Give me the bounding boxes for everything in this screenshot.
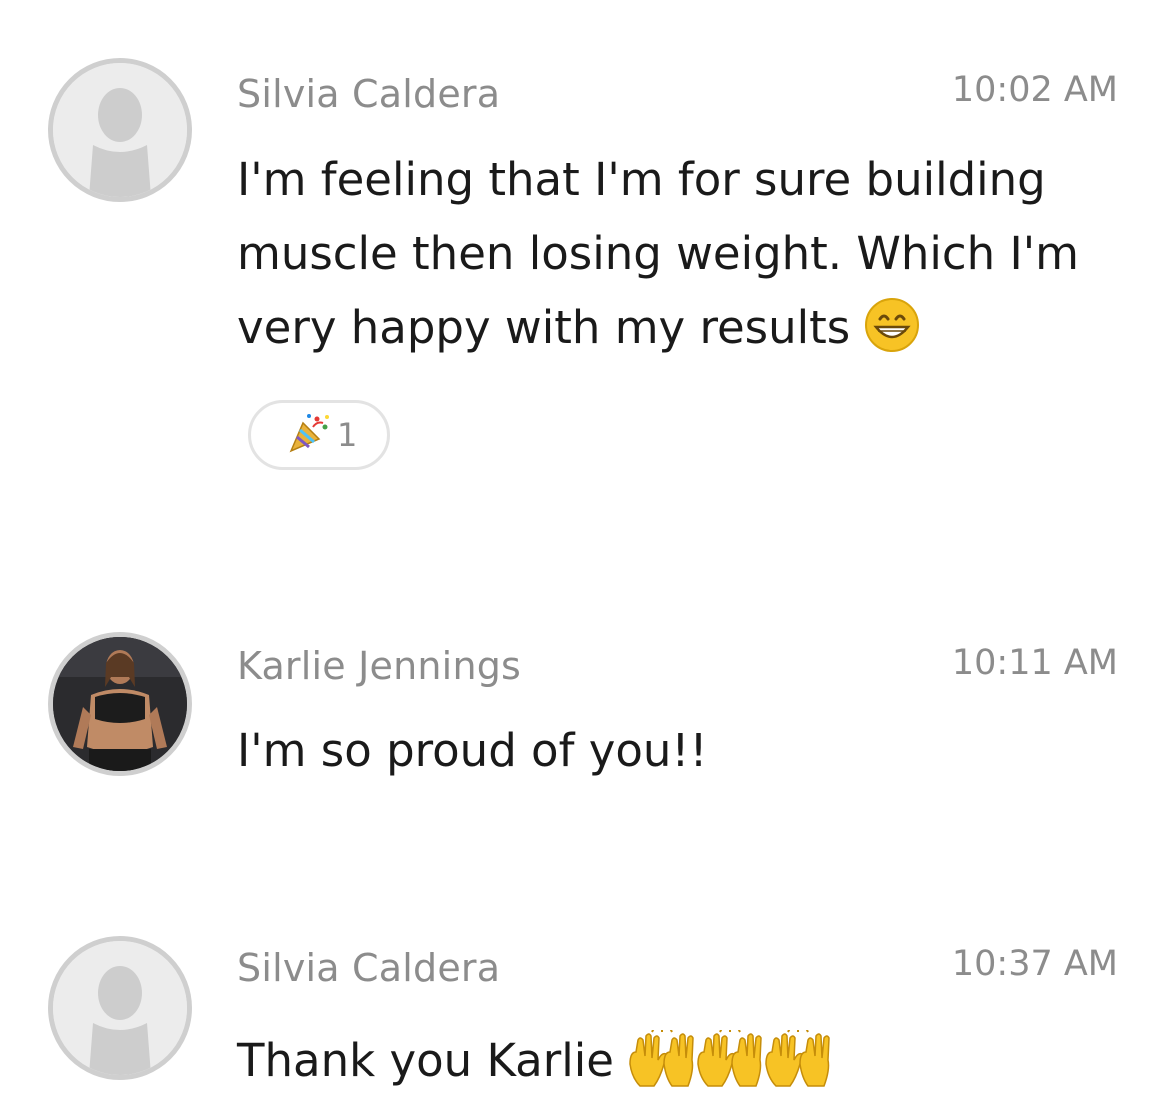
message-1: Silvia Caldera 10:02 AM I'm feeling that… xyxy=(0,0,1170,560)
message-line-with-emoji: Thank you Karlie xyxy=(237,1024,1117,1114)
message-line-with-emoji: very happy with my results xyxy=(237,291,1117,375)
message-line: I'm feeling that I'm for sure building xyxy=(237,153,1046,206)
message-text: Thank you Karlie xyxy=(237,1024,1117,1114)
grinning-face-emoji-icon xyxy=(864,297,920,375)
person-placeholder-icon xyxy=(53,941,187,1075)
message-line: I'm so proud of you!! xyxy=(237,724,708,777)
sender-name: Silvia Caldera xyxy=(237,946,501,990)
message-text: I'm feeling that I'm for sure building m… xyxy=(237,143,1117,375)
avatar-default[interactable] xyxy=(48,936,192,1080)
message-time: 10:11 AM xyxy=(951,643,1118,683)
message-3: Silvia Caldera 10:37 AM Thank you Karlie xyxy=(0,900,1170,1108)
message-text: I'm so proud of you!! xyxy=(237,714,1117,788)
reaction-badge[interactable]: 1 xyxy=(248,400,390,470)
message-line-text: very happy with my results xyxy=(237,301,851,354)
message-line-text: Thank you Karlie xyxy=(237,1034,614,1087)
message-time: 10:37 AM xyxy=(951,944,1118,984)
person-placeholder-icon xyxy=(53,63,187,197)
message-2: Karlie Jennings 10:11 AM I'm so proud of… xyxy=(0,600,1170,840)
raising-hands-emoji-icon xyxy=(628,1027,834,1114)
party-popper-icon xyxy=(287,411,331,459)
reaction-count: 1 xyxy=(337,416,358,454)
message-time: 10:02 AM xyxy=(951,70,1118,110)
sender-name: Karlie Jennings xyxy=(237,644,522,688)
message-line: muscle then losing weight. Which I'm xyxy=(237,227,1079,280)
profile-photo-icon xyxy=(53,637,187,771)
avatar-default[interactable] xyxy=(48,58,192,202)
sender-name: Silvia Caldera xyxy=(237,72,501,116)
avatar-photo[interactable] xyxy=(48,632,192,776)
